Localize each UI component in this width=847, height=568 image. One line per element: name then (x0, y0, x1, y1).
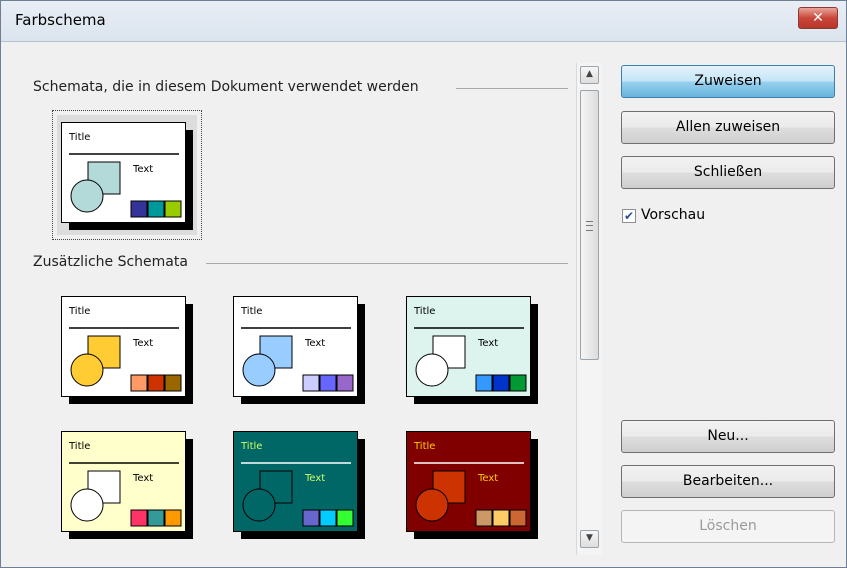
color-swatch (147, 509, 165, 527)
farbschema-dialog: Farbschema ✕ Schemata, die in diesem Dok… (0, 0, 847, 568)
title-bar: Farbschema ✕ (1, 1, 846, 42)
color-swatch (302, 509, 320, 527)
thumbnail-title-text: Title (240, 441, 262, 452)
scheme-thumbnail[interactable]: Title Text (406, 431, 538, 539)
section-label-used: Schemata, die in diesem Dokument verwend… (33, 79, 425, 95)
color-swatch (492, 374, 510, 392)
color-swatch (475, 509, 493, 527)
scheme-thumbnail-current[interactable]: Title Text (61, 122, 193, 230)
assign-all-button-label: Allen zuweisen (675, 119, 781, 135)
new-button-label: Neu... (707, 428, 749, 444)
close-button[interactable]: Schließen (621, 156, 835, 189)
thumbnail-title-text: Title (68, 441, 90, 452)
thumbnail-body-text: Text (132, 338, 153, 349)
color-swatch (302, 374, 320, 392)
assign-button-label: Zuweisen (694, 73, 762, 89)
thumbnail-title-text: Title (240, 306, 262, 317)
preview-checkbox[interactable]: ✔ (622, 209, 636, 223)
checkmark-icon: ✔ (623, 209, 635, 223)
thumbnail-title-text: Title (68, 306, 90, 317)
assign-button[interactable]: Zuweisen (621, 65, 835, 98)
color-swatch (475, 374, 493, 392)
edit-button[interactable]: Bearbeiten... (621, 465, 835, 498)
close-window-button[interactable]: ✕ (798, 7, 838, 29)
circle-shape-icon (415, 353, 449, 387)
thumbnail-title-text: Title (413, 306, 435, 317)
thumbnail-title-text: Title (413, 441, 435, 452)
window-title: Farbschema (15, 11, 106, 29)
preview-label[interactable]: Vorschau (641, 207, 705, 223)
grip-icon (586, 221, 593, 231)
color-swatch (130, 509, 148, 527)
scroll-down-button[interactable]: ▼ (580, 530, 599, 548)
circle-shape-icon (415, 488, 449, 522)
color-swatch (336, 374, 354, 392)
color-swatch (164, 200, 182, 218)
delete-button-label: Löschen (699, 518, 757, 534)
circle-shape-icon (70, 179, 104, 213)
circle-shape-icon (242, 488, 276, 522)
thumbnail-title-text: Title (68, 132, 90, 143)
scheme-thumbnail[interactable]: Title Text (233, 431, 365, 539)
color-swatch (147, 374, 165, 392)
scheme-thumbnail[interactable]: Title Text (61, 296, 193, 404)
color-swatch (319, 374, 337, 392)
edit-button-label: Bearbeiten... (682, 473, 774, 489)
color-swatch (509, 374, 527, 392)
thumbnail-body-text: Text (304, 338, 325, 349)
thumbnail-body-text: Text (477, 473, 498, 484)
color-swatch (130, 374, 148, 392)
delete-button: Löschen (621, 510, 835, 543)
scheme-thumbnail[interactable]: Title Text (61, 431, 193, 539)
scheme-list-scrollbar[interactable]: ▲ ▼ (576, 63, 602, 555)
color-swatch (147, 200, 165, 218)
thumbnail-body-text: Text (132, 473, 153, 484)
color-swatch (336, 509, 354, 527)
thumbnail-body-text: Text (304, 473, 325, 484)
thumbnail-body-text: Text (132, 164, 153, 175)
section-divider (456, 88, 568, 89)
thumbnail-body-text: Text (477, 338, 498, 349)
circle-shape-icon (242, 353, 276, 387)
color-swatch (509, 509, 527, 527)
scheme-thumbnail[interactable]: Title Text (233, 296, 365, 404)
color-swatch (164, 374, 182, 392)
scrollbar-thumb[interactable] (580, 90, 599, 360)
section-divider (206, 263, 568, 264)
close-button-label: Schließen (693, 164, 763, 180)
circle-shape-icon (70, 353, 104, 387)
new-button[interactable]: Neu... (621, 420, 835, 453)
assign-all-button[interactable]: Allen zuweisen (621, 111, 835, 144)
scroll-up-button[interactable]: ▲ (580, 66, 599, 84)
color-swatch (492, 509, 510, 527)
color-swatch (130, 200, 148, 218)
close-icon: ✕ (812, 10, 824, 26)
circle-shape-icon (70, 488, 104, 522)
scheme-thumbnail[interactable]: Title Text (406, 296, 538, 404)
section-label-additional: Zusätzliche Schemata (33, 254, 194, 270)
color-swatch (319, 509, 337, 527)
color-swatch (164, 509, 182, 527)
